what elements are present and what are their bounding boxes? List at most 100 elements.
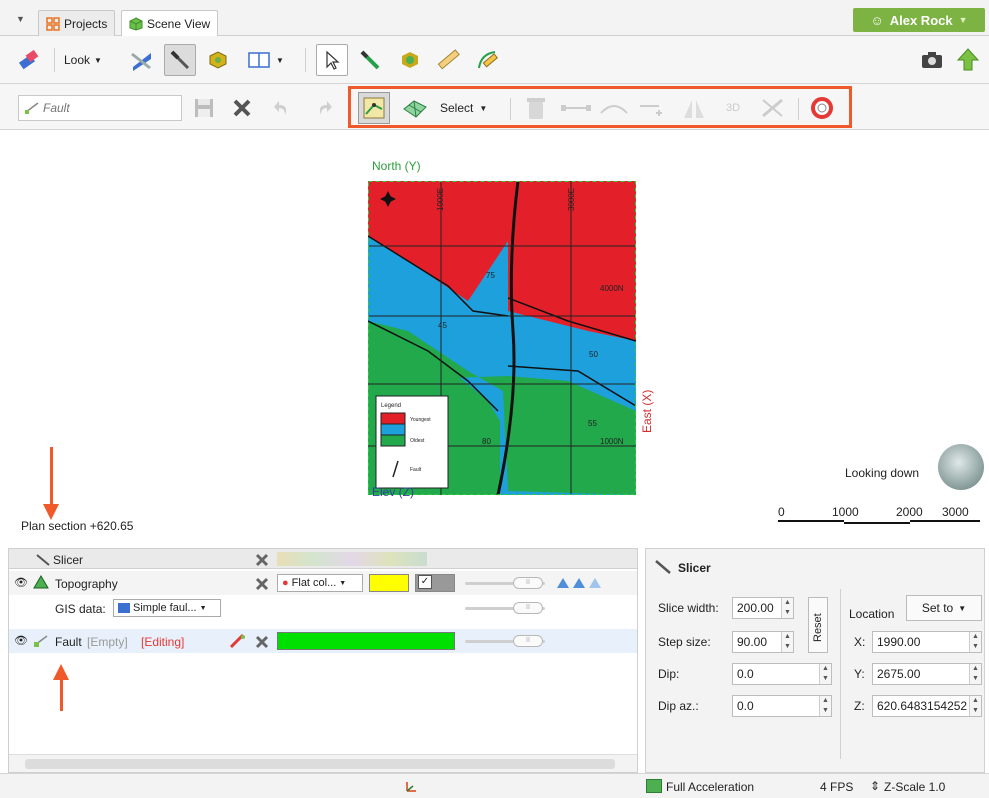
disconnect-button[interactable] xyxy=(758,94,788,122)
set-to-button[interactable]: Set to ▼ xyxy=(906,595,982,621)
horizontal-scrollbar[interactable] xyxy=(9,754,637,772)
3d-icon: 3D xyxy=(725,102,741,114)
checkbox[interactable]: ✓ xyxy=(418,575,432,589)
close-icon[interactable] xyxy=(255,635,269,649)
floppy-icon xyxy=(195,99,213,117)
fault-icon xyxy=(34,635,48,647)
select-menu[interactable]: Select ▼ xyxy=(440,96,487,120)
chevron-down-icon: ▼ xyxy=(958,603,967,613)
dip-label: 75 xyxy=(486,271,495,280)
close-icon[interactable] xyxy=(255,553,269,567)
close-icon[interactable] xyxy=(255,577,269,591)
slicer-tool-button[interactable] xyxy=(128,46,156,74)
cursor-icon xyxy=(326,50,340,70)
redo-icon xyxy=(319,101,332,115)
eye-icon[interactable]: 👁 xyxy=(14,634,28,647)
screenshot-button[interactable] xyxy=(918,46,946,74)
trash-icon xyxy=(527,98,545,119)
user-account-button[interactable]: ☺ Alex Rock ▼ xyxy=(853,8,985,32)
chevron-down-icon: ▼ xyxy=(199,604,207,612)
eye-icon[interactable]: 👁 xyxy=(14,576,28,589)
monitor-icon xyxy=(646,779,662,793)
layout-menu[interactable]: ▼ xyxy=(246,48,286,72)
disconnect-icon xyxy=(762,98,783,118)
select-pointer-button[interactable] xyxy=(316,44,348,76)
tabs-menu-icon[interactable]: ▼ xyxy=(16,14,25,24)
slicer-header-label: Slicer xyxy=(53,553,84,567)
fault-colour-swatch[interactable] xyxy=(277,632,455,650)
line-tool-button[interactable] xyxy=(560,96,592,120)
clear-scene-button[interactable] xyxy=(16,46,42,72)
grid-label: 3000E xyxy=(567,188,576,211)
scene-toolbar: Look ▼ ▼ xyxy=(0,36,989,108)
slicer-icon xyxy=(655,560,671,574)
edit-pencil-icon[interactable] xyxy=(229,633,247,649)
cancel-button[interactable] xyxy=(230,96,254,120)
knife-icon xyxy=(170,50,190,70)
move-tool-button[interactable] xyxy=(396,46,424,74)
y-field[interactable]: 2675.00 ▲ ▼ xyxy=(872,663,982,685)
y-label: Y: xyxy=(854,667,865,681)
plan-section-label: Plan section +620.65 xyxy=(21,519,134,533)
axes-icon xyxy=(406,782,416,792)
step-size-field[interactable]: 90.00 ▲ ▼ xyxy=(732,631,794,653)
fault-empty-label: [Empty] xyxy=(87,635,128,649)
fault-label: Fault xyxy=(55,635,82,649)
header-tool-icons xyxy=(277,552,427,566)
slice-edit-button[interactable] xyxy=(356,46,384,74)
draw-polyline-button[interactable] xyxy=(474,46,504,74)
add-point-button[interactable] xyxy=(638,96,666,120)
surface-tool-button[interactable] xyxy=(400,94,430,122)
topography-colour-swatch[interactable] xyxy=(369,574,409,592)
pencil-icon xyxy=(478,51,498,69)
lifebuoy-icon xyxy=(811,97,833,119)
view-orientation-widget[interactable] xyxy=(938,444,984,490)
slice-width-field[interactable]: 200.00 ▲ ▼ xyxy=(732,597,794,619)
help-button[interactable] xyxy=(808,94,836,122)
status-bar: Full Acceleration 4 FPS ⇕ Z-Scale 1.0 xyxy=(0,773,989,798)
tab-scene-view[interactable]: Scene View xyxy=(121,10,219,37)
x-label: X: xyxy=(854,635,866,649)
x-field[interactable]: 1990.00 ▲ ▼ xyxy=(872,631,982,653)
delete-points-button[interactable] xyxy=(522,94,550,122)
ruler-button[interactable] xyxy=(434,46,462,74)
curve-tool-button[interactable] xyxy=(598,96,630,120)
triangle-icons[interactable] xyxy=(555,576,605,590)
location-label: Location xyxy=(849,607,895,621)
z-scale-icon: ⇕ xyxy=(870,779,881,793)
publish-button[interactable] xyxy=(954,46,982,74)
acceleration-status: Full Acceleration xyxy=(666,780,755,794)
elev-axis-label: Elev (Z) xyxy=(372,485,414,499)
move-icon xyxy=(402,52,418,68)
draw-slice-button[interactable] xyxy=(164,44,196,76)
east-axis-label: East (X) xyxy=(640,389,654,433)
colour-mode-dropdown[interactable]: ● Flat col... ▼ xyxy=(277,574,363,592)
scene-view[interactable]: 1000E 3000E 4000N 1000N 75 45 50 45 55 8… xyxy=(0,131,989,541)
svg-text:Legend: Legend xyxy=(381,403,401,409)
view-tool-button[interactable] xyxy=(204,46,232,74)
dip-label: 55 xyxy=(588,419,597,428)
tab-projects[interactable]: Projects xyxy=(38,10,116,36)
object-name-field[interactable] xyxy=(18,95,182,121)
z-label: Z: xyxy=(854,699,865,713)
z-scale-status[interactable]: Z-Scale 1.0 xyxy=(884,780,945,794)
look-menu[interactable]: Look ▼ xyxy=(64,48,102,72)
grid-label: 1000N xyxy=(600,437,624,446)
dip-field[interactable]: 0.0 ▲ ▼ xyxy=(732,663,832,685)
mirror-button[interactable] xyxy=(680,94,708,122)
fault-object-icon xyxy=(25,102,39,114)
upload-icon xyxy=(957,48,979,71)
gis-data-dropdown[interactable]: Simple faul... ▼ xyxy=(113,599,221,617)
reset-button[interactable]: Reset xyxy=(808,597,828,653)
chevron-down-icon: ▼ xyxy=(276,55,284,65)
dip-az-field[interactable]: 0.0 ▲ ▼ xyxy=(732,695,832,717)
colours-icon: ● xyxy=(282,577,289,589)
save-button[interactable] xyxy=(192,96,216,120)
undo-button[interactable] xyxy=(270,96,294,120)
z-field[interactable]: 620.6483154252 ▲ ▼ xyxy=(872,695,982,717)
3d-button[interactable]: 3D xyxy=(718,94,748,122)
draw-polyline-icon xyxy=(363,97,385,119)
draw-fault-button[interactable] xyxy=(358,92,390,124)
redo-button[interactable] xyxy=(312,96,336,120)
dip-label: 80 xyxy=(482,437,491,446)
